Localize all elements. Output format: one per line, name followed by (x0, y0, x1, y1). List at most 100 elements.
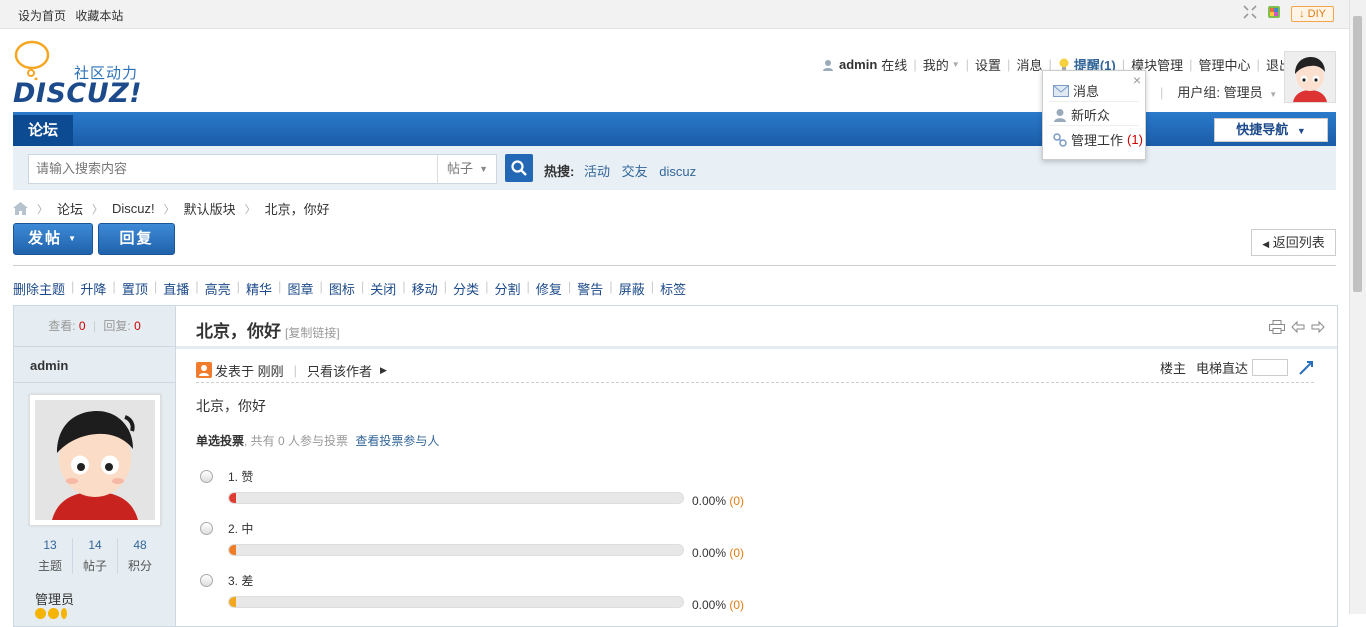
diy-label: DIY (1307, 7, 1326, 20)
author-stat[interactable]: 14 帖子 (73, 538, 118, 574)
mod-action[interactable]: 升降 (80, 279, 106, 298)
site-logo[interactable]: 社区动力 DISCUZ! (13, 40, 153, 109)
breadcrumb-item[interactable]: Discuz! (112, 201, 155, 216)
usergroup[interactable]: | 用户组: 管理员 ▼ (1160, 82, 1277, 101)
print-icon[interactable] (1269, 320, 1285, 334)
poll-option-label: 3. 差 (228, 574, 254, 588)
mod-action[interactable]: 分类 (453, 279, 479, 298)
stat-value: 13 (43, 538, 57, 552)
mail-icon (1053, 84, 1069, 97)
poll-progress-fill (229, 545, 236, 555)
breadcrumb-item[interactable]: 论坛 (57, 199, 83, 218)
hot-keyword[interactable]: 交友 (622, 164, 648, 179)
chevron-down-icon: ▼ (1296, 126, 1306, 136)
next-thread-icon[interactable] (1311, 320, 1325, 334)
collapse-icon[interactable] (1243, 5, 1257, 22)
author-stat[interactable]: 13 主题 (28, 538, 73, 574)
poll-count: (0) (729, 494, 745, 508)
reply-button[interactable]: 回复 (98, 223, 175, 255)
user-icon (823, 59, 833, 71)
divider (13, 265, 1336, 266)
settings-link[interactable]: 设置 (975, 55, 1001, 74)
thread-stats: 查看: 0 | 回复: 0 (14, 306, 175, 347)
post-info-bar: 发表于 刚刚 | 只看该作者 ▶ 楼主 电梯直达 (196, 358, 1314, 383)
home-icon[interactable] (13, 202, 28, 215)
author-stat[interactable]: 48 积分 (118, 538, 162, 574)
author-avatar[interactable] (29, 394, 161, 526)
username-link[interactable]: admin (839, 57, 877, 72)
hot-search-label: 热搜: (544, 164, 575, 179)
quick-nav-label: 快捷导航 (1236, 122, 1289, 137)
search-input[interactable]: 请输入搜索内容 (28, 154, 438, 184)
top-toolbar: 设为首页 收藏本站 ↓ DIY (0, 0, 1350, 29)
chevron-right-icon: ▶ (380, 364, 387, 375)
search-button[interactable] (505, 154, 533, 182)
back-to-list-button[interactable]: ◀ 返回列表 (1251, 229, 1336, 256)
elevator-input[interactable] (1252, 359, 1288, 376)
nav-tab-forum[interactable]: 论坛 (13, 115, 73, 146)
mod-action[interactable]: 修复 (536, 279, 562, 298)
mod-action[interactable]: 高亮 (205, 279, 231, 298)
view-voters-link[interactable]: 查看投票参与人 (355, 434, 439, 448)
mod-action[interactable]: 精华 (246, 279, 272, 298)
only-author-link[interactable]: 只看该作者 (307, 361, 372, 380)
thread-tools (1269, 320, 1325, 334)
copy-link-button[interactable]: [复制链接] (285, 326, 340, 340)
hot-keyword[interactable]: 活动 (584, 164, 610, 179)
mod-action[interactable]: 分割 (494, 279, 520, 298)
author-group[interactable]: 管理员 (35, 589, 74, 608)
poll-option-radio[interactable] (200, 470, 213, 483)
prev-thread-icon[interactable] (1291, 320, 1305, 334)
mod-action[interactable]: 删除主题 (13, 279, 65, 298)
bookmark-link[interactable]: 收藏本站 (75, 9, 123, 23)
user-avatar[interactable] (1284, 51, 1336, 103)
vertical-scrollbar[interactable] (1349, 0, 1366, 614)
chevron-down-icon: ▼ (68, 234, 79, 244)
go-floor-icon[interactable] (1298, 360, 1314, 376)
logo-wordmark: DISCUZ! (13, 78, 143, 109)
mod-action[interactable]: 置顶 (122, 279, 148, 298)
elevator-label: 电梯直达 (1195, 361, 1248, 376)
mod-action[interactable]: 警告 (577, 279, 603, 298)
admin-center-link[interactable]: 管理中心 (1199, 55, 1251, 74)
thread-title: 北京，你好 [复制链接] (196, 317, 340, 342)
popup-item-manage-work[interactable]: 管理工作 (1) (1053, 130, 1143, 149)
scrollbar-thumb[interactable] (1353, 16, 1362, 292)
mod-action[interactable]: 移动 (412, 279, 438, 298)
views-count: 0 (78, 319, 86, 333)
mine-dropdown-icon[interactable]: ▼ (952, 60, 960, 69)
search-type-select[interactable]: 帖子 ▼ (437, 154, 497, 184)
close-icon[interactable]: × (1133, 72, 1141, 88)
divider (14, 382, 175, 383)
popup-item-label: 管理工作 (1071, 133, 1124, 148)
mod-action[interactable]: 图标 (329, 279, 355, 298)
style-picker-icon[interactable] (1267, 5, 1281, 22)
back-to-list-label: 返回列表 (1272, 235, 1325, 250)
poll-count: (0) (729, 598, 745, 612)
online-user-icon (196, 362, 212, 378)
views-label: 查看: (48, 319, 76, 333)
quick-nav-button[interactable]: 快捷导航 ▼ (1214, 118, 1328, 142)
mod-action[interactable]: 直播 (163, 279, 189, 298)
online-status[interactable]: 在线 (881, 55, 907, 74)
avatar-image (35, 400, 155, 520)
usergroup-dropdown-icon[interactable]: ▼ (1269, 90, 1277, 99)
diy-button[interactable]: ↓ DIY (1291, 5, 1334, 22)
set-home-link[interactable]: 设为首页 (18, 9, 66, 23)
popup-item-messages[interactable]: 消息 (1053, 81, 1099, 100)
hot-keyword[interactable]: discuz (659, 164, 696, 179)
new-post-button[interactable]: 发帖 ▼ (13, 223, 93, 255)
poll-option-radio[interactable] (200, 522, 213, 535)
author-name[interactable]: admin (30, 358, 68, 373)
mod-action[interactable]: 关闭 (370, 279, 396, 298)
mod-action[interactable]: 图章 (287, 279, 313, 298)
mod-action[interactable]: 标签 (660, 279, 686, 298)
breadcrumb-item[interactable]: 默认版块 (184, 199, 236, 218)
poll-option-radio[interactable] (200, 574, 213, 587)
breadcrumb-item[interactable]: 北京，你好 (265, 199, 330, 218)
messages-link[interactable]: 消息 (1016, 55, 1042, 74)
popup-item-new-followers[interactable]: 新听众 (1053, 105, 1110, 124)
thread-title-text: 北京，你好 (196, 322, 281, 341)
mod-action[interactable]: 屏蔽 (619, 279, 645, 298)
mine-menu[interactable]: 我的 (923, 55, 949, 74)
